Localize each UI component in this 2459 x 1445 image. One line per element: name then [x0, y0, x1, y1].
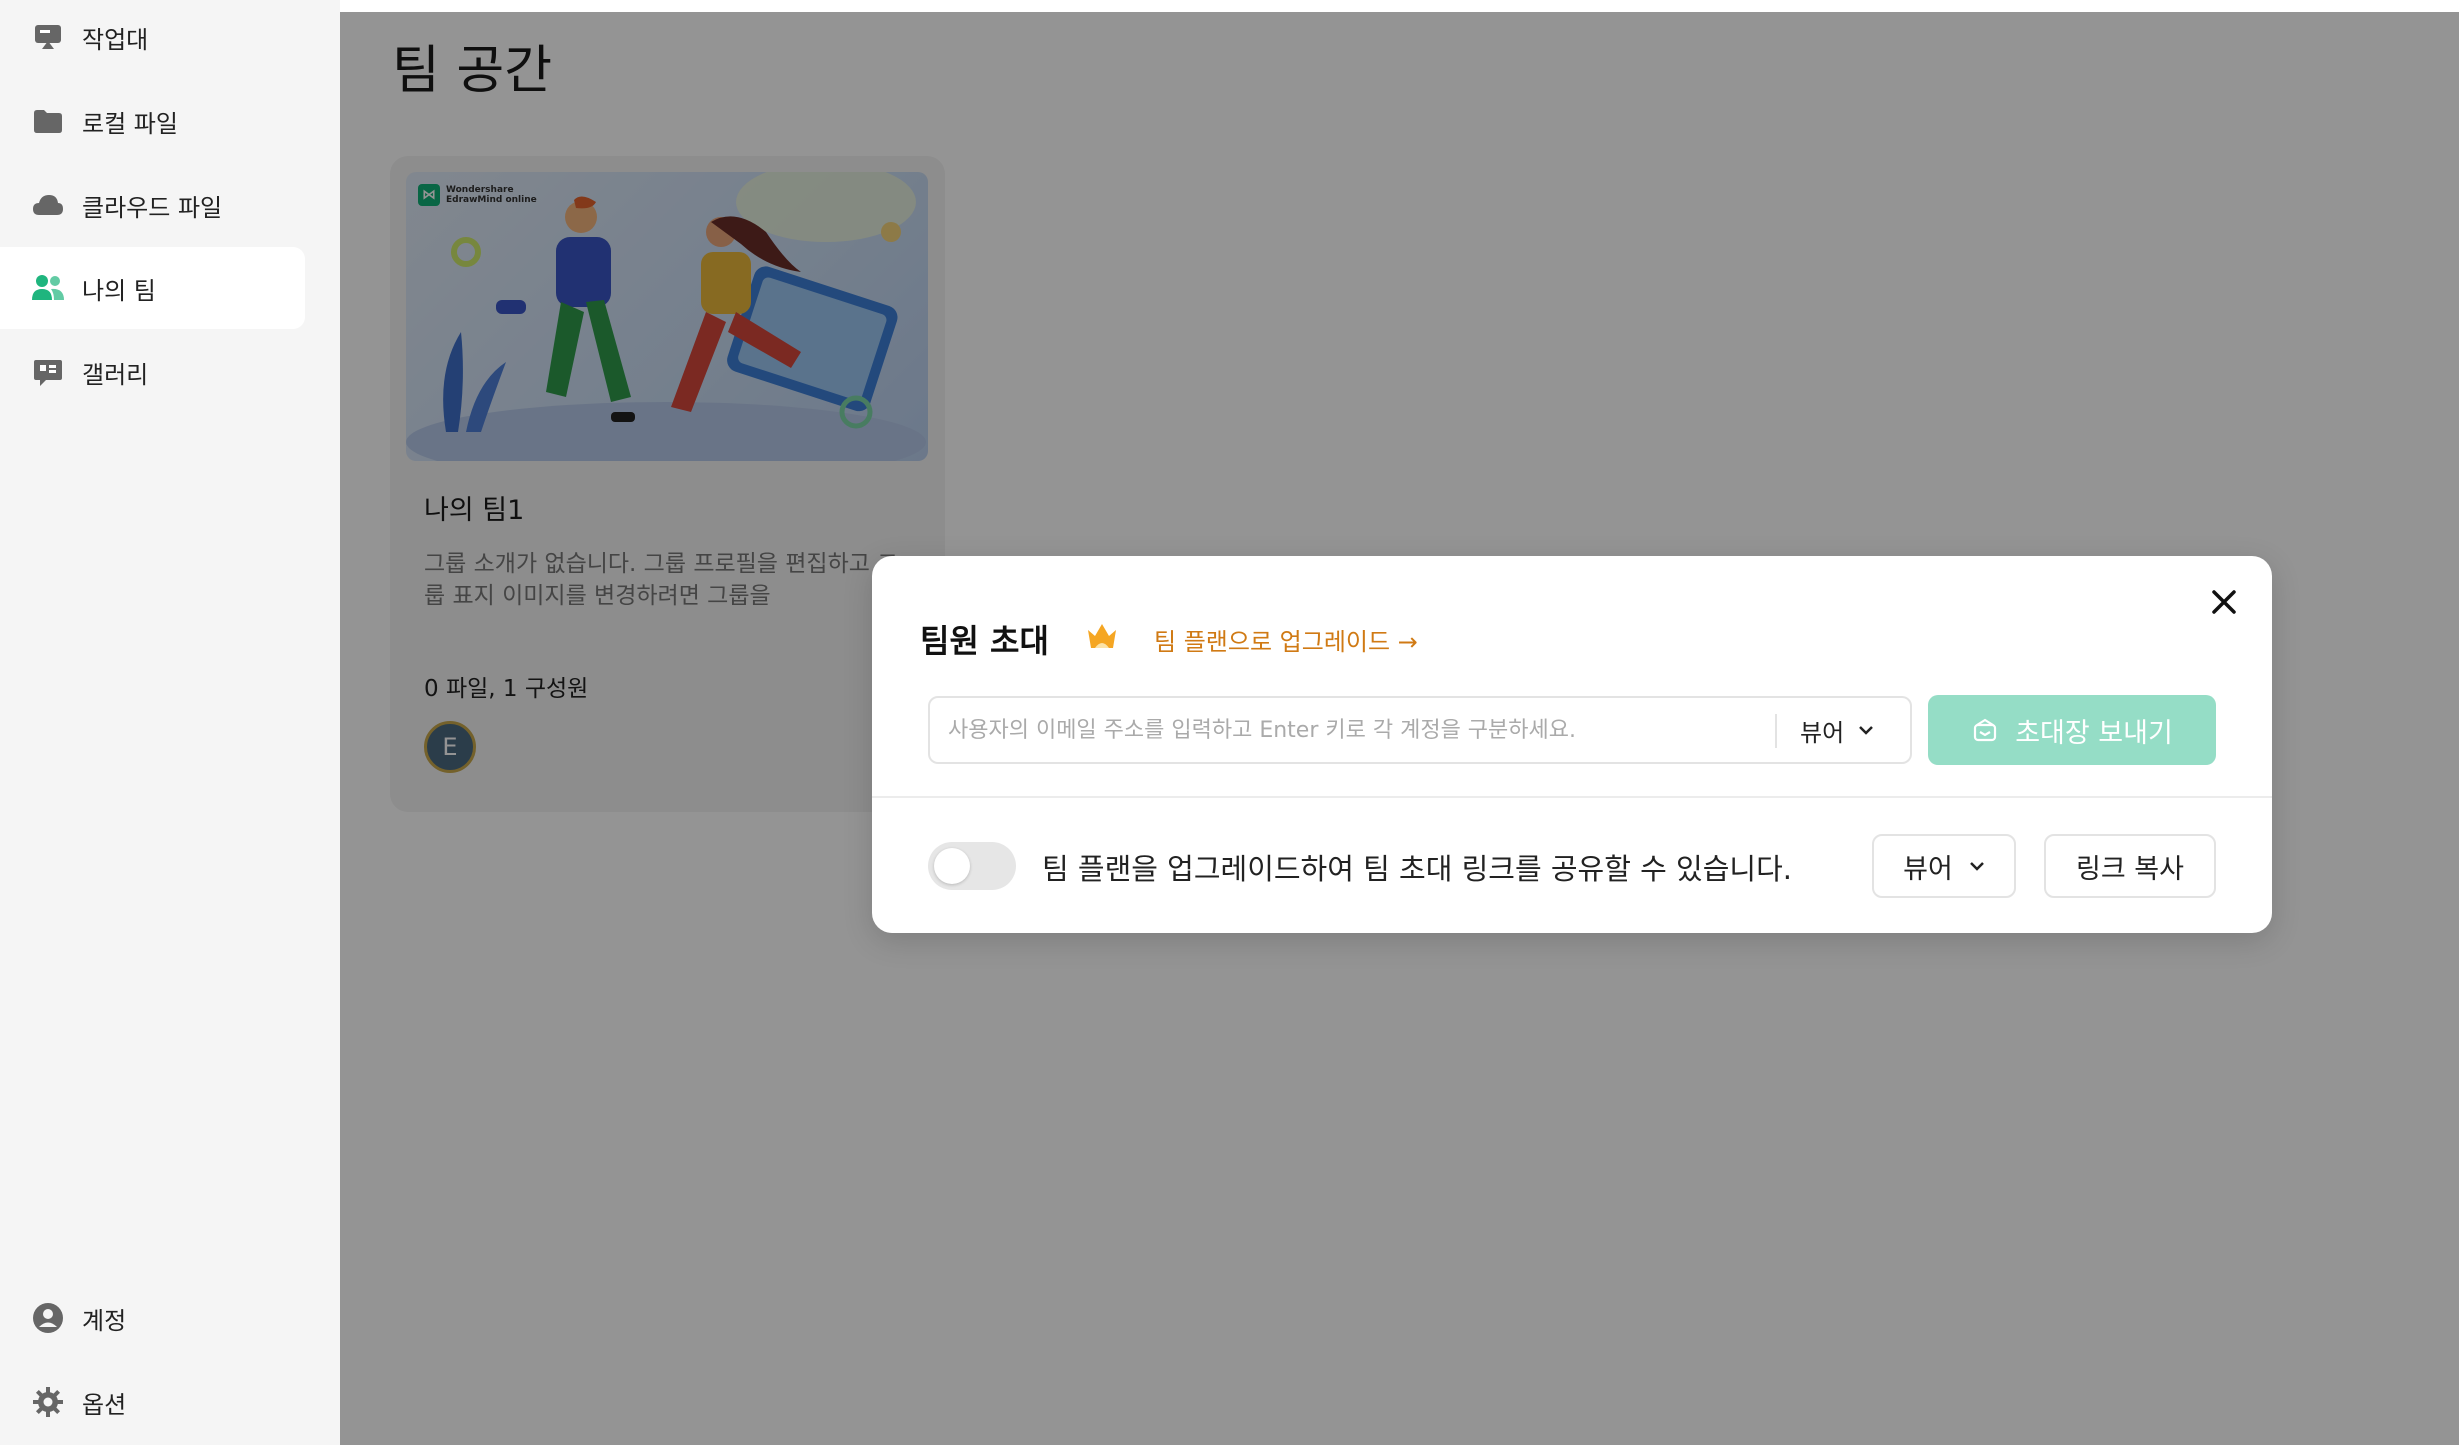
- invite-members-dialog: 팀원 초대 팀 플랜으로 업그레이드 → 뷰어 초대장 보내기: [872, 556, 2272, 933]
- sidebar-item-label: 로컬 파일: [82, 109, 178, 138]
- cloud-icon: [30, 187, 66, 223]
- sidebar-item-label: 나의 팀: [82, 276, 156, 305]
- sidebar-item-account[interactable]: 계정: [0, 1277, 305, 1359]
- sidebar-item-label: 계정: [82, 1306, 127, 1335]
- sidebar-item-label: 작업대: [82, 25, 149, 54]
- divider: [872, 796, 2272, 798]
- sidebar-item-label: 옵션: [82, 1390, 127, 1419]
- gallery-icon: [30, 354, 66, 390]
- divider: [1775, 714, 1777, 748]
- send-invitation-button[interactable]: 초대장 보내기: [1928, 695, 2216, 765]
- chevron-down-icon: [1859, 726, 1874, 735]
- team-icon: [30, 270, 66, 306]
- upgrade-team-plan-link[interactable]: 팀 플랜으로 업그레이드 →: [1154, 622, 1418, 657]
- sidebar-item-options[interactable]: 옵션: [0, 1361, 305, 1443]
- copy-link-button[interactable]: 링크 복사: [2044, 834, 2216, 898]
- dialog-title: 팀원 초대: [920, 622, 1049, 660]
- email-input[interactable]: [948, 698, 1748, 762]
- send-button-label: 초대장 보내기: [2015, 717, 2173, 749]
- crown-icon: [1088, 624, 1116, 648]
- share-role-select[interactable]: 뷰어: [1872, 834, 2016, 898]
- envelope-icon: [1974, 718, 1997, 742]
- role-value: 뷰어: [1800, 718, 1845, 747]
- sidebar-item-workbench[interactable]: 작업대: [0, 0, 305, 78]
- share-link-toggle[interactable]: [928, 842, 1016, 890]
- account-icon: [30, 1300, 66, 1336]
- sidebar-item-label: 클라우드 파일: [82, 193, 223, 222]
- close-button[interactable]: [2204, 582, 2244, 622]
- sidebar-item-gallery[interactable]: 갤러리: [0, 331, 305, 413]
- role-select[interactable]: 뷰어: [1800, 698, 1900, 762]
- app-root: 작업대 로컬 파일 클라우드 파일 나의 팀 갤러리 계정 옵션 팀 공간 ⋈ …: [0, 0, 2459, 1445]
- sidebar-item-local-files[interactable]: 로컬 파일: [0, 80, 305, 162]
- toggle-knob: [934, 848, 970, 884]
- sidebar-item-label: 갤러리: [82, 360, 149, 389]
- share-role-value: 뷰어: [1903, 853, 1953, 885]
- workbench-icon: [30, 19, 66, 55]
- folder-icon: [30, 103, 66, 139]
- gear-icon: [30, 1384, 66, 1420]
- sidebar-item-cloud-files[interactable]: 클라우드 파일: [0, 164, 305, 246]
- email-input-box: 뷰어: [928, 696, 1912, 764]
- sidebar: 작업대 로컬 파일 클라우드 파일 나의 팀 갤러리 계정 옵션: [0, 0, 340, 1445]
- close-icon: [2212, 590, 2236, 614]
- share-link-description: 팀 플랜을 업그레이드하여 팀 초대 링크를 공유할 수 있습니다.: [1042, 852, 1792, 886]
- chevron-down-icon: [1969, 862, 1984, 871]
- sidebar-item-my-team[interactable]: 나의 팀: [0, 247, 305, 329]
